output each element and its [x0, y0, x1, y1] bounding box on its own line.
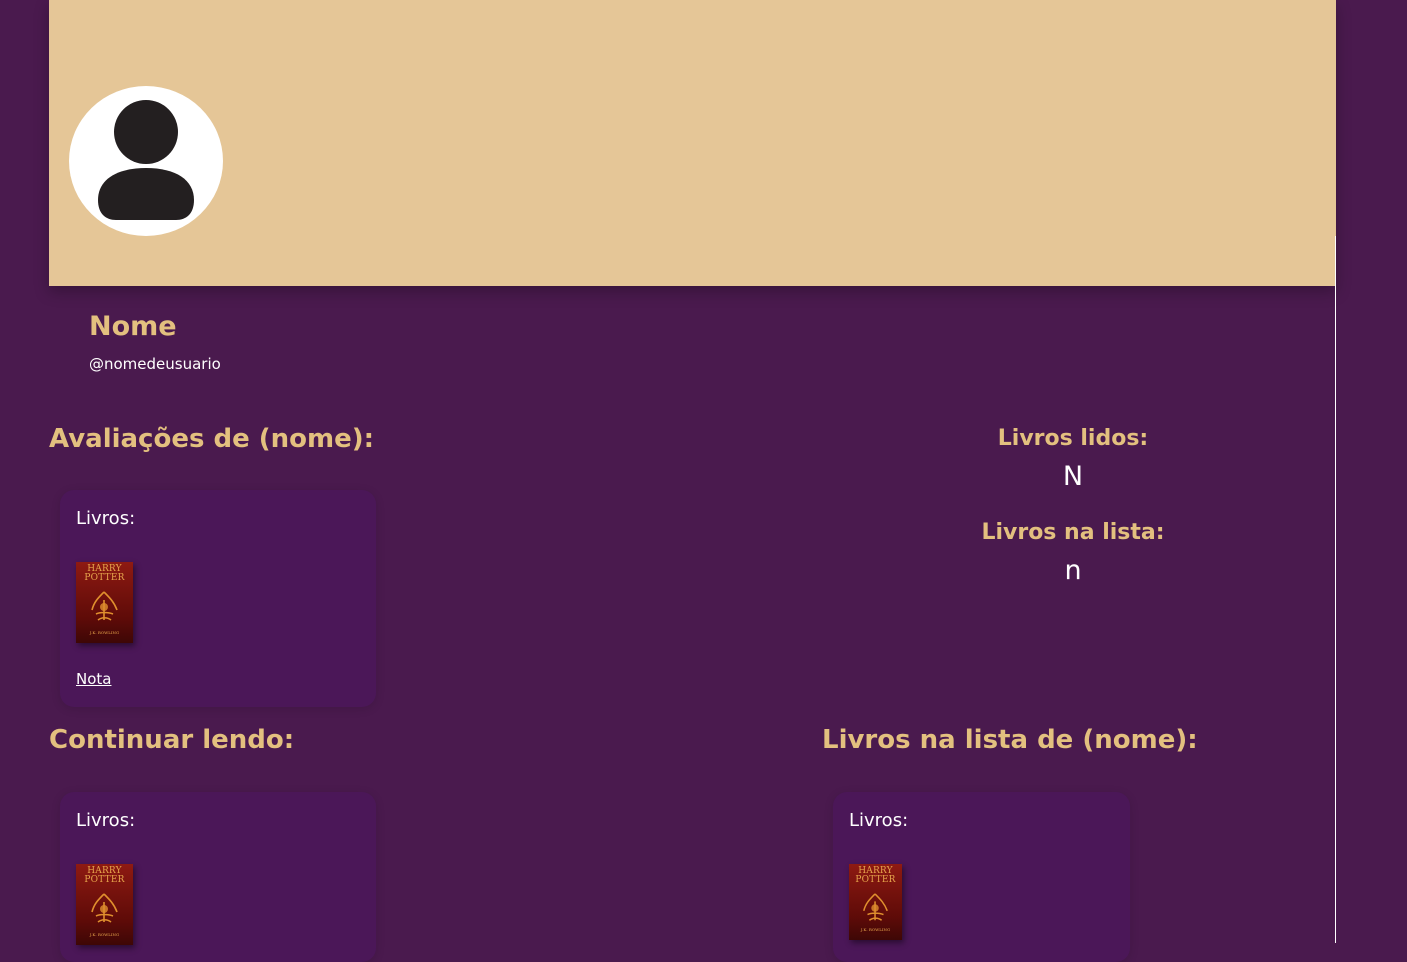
reviews-card-label: Livros: [76, 508, 136, 529]
books-read-label: Livros lidos: [997, 426, 1149, 451]
continue-reading-title: Continuar lendo: [49, 725, 295, 755]
continue-reading-card: Livros: HARRY POTTER J.K. ROWLING [60, 792, 376, 962]
rating-link[interactable]: Nota [76, 670, 111, 688]
books-read-value: N [1062, 461, 1084, 492]
book-art-icon [91, 591, 118, 621]
user-silhouette-icon [98, 100, 194, 220]
reading-list-title: Livros na lista de (nome): [822, 725, 1198, 755]
book-author: J.K. ROWLING [89, 932, 120, 937]
continue-reading-card-label: Livros: [76, 810, 136, 831]
reviews-card: Livros: HARRY POTTER J.K. ROWLING Nota [60, 490, 376, 707]
book-art-icon [91, 893, 118, 923]
profile-name: Nome [89, 311, 177, 342]
book-title: HARRY POTTER [855, 866, 896, 885]
books-list-label: Livros na lista: [981, 520, 1165, 545]
profile-username: @nomedeusuario [89, 355, 221, 373]
books-list-value: n [1064, 555, 1082, 586]
book-title: HARRY POTTER [84, 564, 125, 583]
book-author: J.K. ROWLING [89, 630, 120, 635]
book-cover[interactable]: HARRY POTTER J.K. ROWLING [76, 562, 133, 643]
book-author: J.K. ROWLING [860, 927, 891, 932]
book-cover[interactable]: HARRY POTTER J.K. ROWLING [76, 864, 133, 945]
profile-banner [49, 0, 1336, 286]
reading-list-card-label: Livros: [849, 810, 909, 831]
book-title: HARRY POTTER [84, 866, 125, 885]
content-border [1335, 236, 1336, 943]
reviews-title: Avaliações de (nome): [49, 424, 375, 454]
reading-list-card: Livros: HARRY POTTER J.K. ROWLING [833, 792, 1130, 962]
avatar[interactable] [69, 86, 223, 236]
book-cover[interactable]: HARRY POTTER J.K. ROWLING [849, 864, 902, 940]
book-art-icon [863, 893, 888, 921]
